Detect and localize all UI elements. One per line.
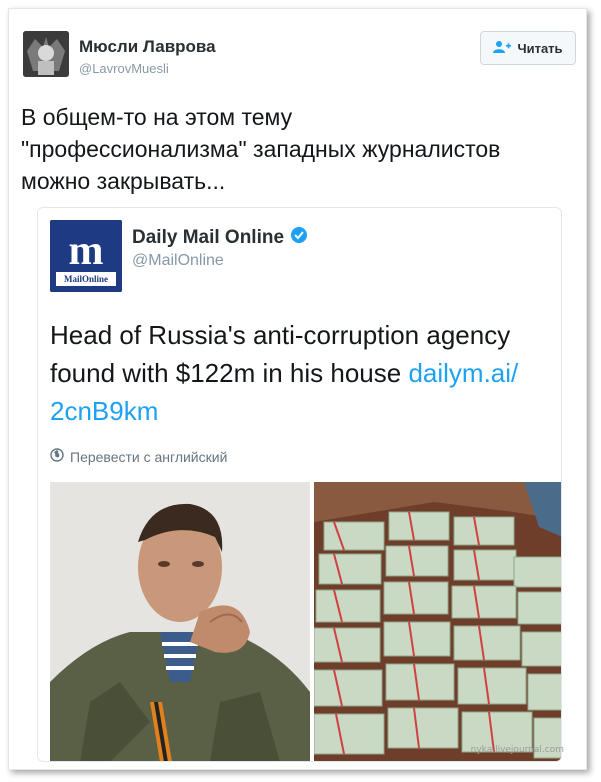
tweet-text-line: В общем-то на этом тему [21,104,293,130]
quoted-link[interactable]: dailym.ai/ [408,358,518,388]
quoted-author-handle[interactable]: @MailOnline [132,252,224,270]
quoted-text-fragment: found with $122m in his house [50,358,409,388]
quoted-author-name[interactable]: Daily Mail Online [132,226,308,250]
author-avatar[interactable] [23,31,69,77]
dailymail-logo: m MailOnline [50,220,122,292]
quoted-text-line: 2cnB9km [50,392,555,430]
dailymail-logo-text: MailOnline [63,274,108,284]
tweet-text-line: "профессионализма" западных журналистов [21,136,501,162]
quoted-tweet[interactable]: m MailOnline Daily Mail Online @MailOnli… [37,207,562,762]
tweet-card: Мюсли Лаврова @LavrovMuesli Читать В общ… [8,8,587,770]
add-user-icon [493,40,512,57]
follow-label: Читать [517,40,563,56]
tweet-header: Мюсли Лаврова @LavrovMuesli Читать [21,29,576,89]
photo-money[interactable] [314,482,561,761]
follow-button[interactable]: Читать [480,31,576,65]
tweet-text-line: можно закрывать... [21,168,226,194]
quoted-link[interactable]: 2cnB9km [50,396,158,426]
quoted-text: Head of Russia's anti-corruption agency … [50,316,555,430]
quoted-author-name-text: Daily Mail Online [132,227,285,248]
globe-icon [50,448,64,465]
quoted-text-line: Head of Russia's anti-corruption agency [50,320,511,350]
translate-label: Перевести с английский [70,448,228,465]
quoted-text-line: found with $122m in his house dailym.ai/ [50,354,555,392]
author-name[interactable]: Мюсли Лаврова [79,37,216,57]
author-handle[interactable]: @LavrovMuesli [79,61,169,76]
tweet-text: В общем-то на этом тему "профессионализм… [21,101,576,197]
photo-man[interactable] [50,482,310,761]
verified-badge-icon [290,226,308,250]
svg-text:m: m [69,228,104,274]
translate-link[interactable]: Перевести с английский [50,448,227,465]
watermark: nyka.livejournal.com [470,745,564,755]
